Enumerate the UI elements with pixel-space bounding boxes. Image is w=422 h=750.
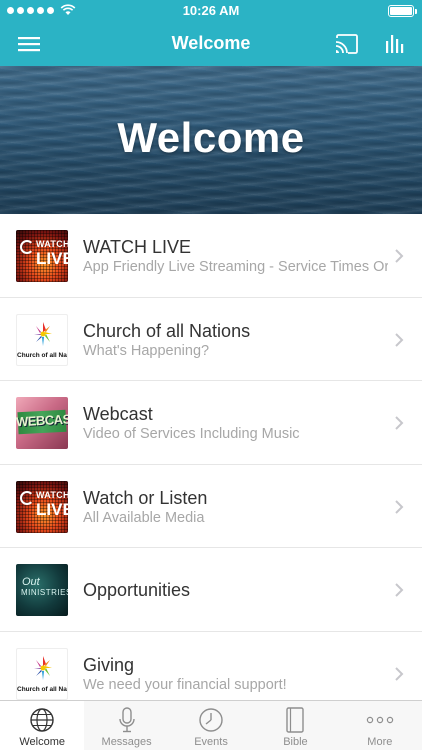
list-item-title: Church of all Nations	[83, 320, 251, 341]
chevron-right-icon	[395, 332, 404, 347]
list-item-church-of-all-nations[interactable]: Church of all Nations Church of all Nati…	[0, 298, 422, 381]
list-item-title: Watch or Listen	[83, 487, 208, 508]
list-item-title: Opportunities	[83, 580, 191, 600]
church-logo-thumbnail: Church of all Nations	[16, 647, 68, 700]
stats-button[interactable]	[380, 30, 410, 58]
cast-icon	[335, 34, 358, 54]
tab-label: More	[367, 736, 393, 748]
tab-label: Welcome	[19, 736, 66, 748]
tab-bible[interactable]: Bible	[253, 701, 337, 750]
clock-icon	[199, 708, 223, 732]
globe-icon	[30, 708, 54, 732]
status-time: 10:26 AM	[182, 3, 240, 18]
list-item-giving[interactable]: Church of all Nations Giving We need you…	[0, 632, 422, 701]
list-item-title: Giving	[83, 654, 135, 675]
battery-icon	[388, 5, 417, 17]
webcast-thumbnail: WEBCAST	[16, 397, 68, 449]
tab-welcome[interactable]: Welcome	[0, 701, 85, 750]
hero-banner: Welcome	[0, 66, 422, 214]
tab-more[interactable]: More	[338, 701, 422, 750]
watch-live-thumbnail: WATCH LIVE	[16, 480, 68, 533]
list-item-watch-live[interactable]: WATCH LIVE WATCH LIVE App Friendly Live …	[0, 214, 422, 298]
bar-chart-icon	[386, 35, 404, 53]
watch-live-thumbnail: WATCH LIVE	[16, 230, 68, 282]
tab-label: Messages	[101, 736, 152, 748]
chevron-right-icon	[395, 666, 404, 681]
microphone-icon	[118, 707, 135, 733]
church-logo-thumbnail: Church of all Nations	[16, 313, 68, 366]
book-icon	[286, 707, 305, 733]
tab-label: Events	[194, 736, 228, 748]
cast-button[interactable]	[332, 30, 362, 58]
list-item-watch-or-listen[interactable]: WATCH LIVE Watch or Listen All Available…	[0, 465, 422, 548]
menu-list: WATCH LIVE WATCH LIVE App Friendly Live …	[0, 214, 422, 700]
ministries-thumbnail: Out MINISTRIES	[16, 564, 68, 616]
list-item-subtitle: Video of Services Including Music	[83, 426, 300, 442]
list-item-subtitle: We need your financial support!	[83, 676, 287, 693]
chevron-right-icon	[395, 499, 404, 514]
more-dots-icon	[366, 716, 394, 724]
tab-label: Bible	[283, 736, 308, 748]
list-item-title: WATCH LIVE	[83, 237, 192, 257]
list-item-subtitle: App Friendly Live Streaming - Service Ti…	[83, 259, 388, 275]
list-item-title: Webcast	[83, 404, 153, 424]
list-item-subtitle: What's Happening?	[83, 342, 210, 359]
chevron-right-icon	[395, 583, 404, 597]
list-item-subtitle: All Available Media	[83, 509, 205, 526]
chevron-right-icon	[395, 249, 404, 263]
navigation-bar: Welcome	[0, 22, 422, 66]
list-item-opportunities[interactable]: Out MINISTRIES Opportunities	[0, 548, 422, 632]
status-bar: 10:26 AM	[0, 0, 422, 22]
hero-title: Welcome	[117, 114, 305, 161]
tab-messages[interactable]: Messages	[84, 701, 168, 750]
tab-bar: Welcome Messages Events Bible More	[0, 700, 422, 750]
list-item-webcast[interactable]: WEBCAST Webcast Video of Services Includ…	[0, 381, 422, 465]
tab-events[interactable]: Events	[169, 701, 253, 750]
chevron-right-icon	[395, 416, 404, 430]
